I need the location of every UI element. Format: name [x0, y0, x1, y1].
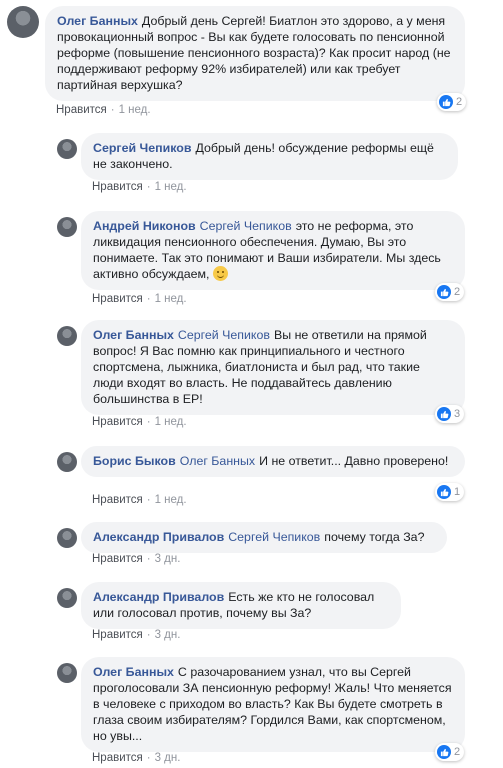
like-link[interactable]: Нравится [92, 416, 143, 428]
comment-bubble: Олег Банных Сергей Чепиков Вы не ответили … [81, 320, 465, 415]
comment-mention[interactable]: Сергей Чепиков [228, 530, 320, 544]
comment-author[interactable]: Олег Банных [93, 328, 174, 342]
comment-bubble: Олег Банных С разочарованием узнал, что в… [81, 657, 465, 752]
comment-time[interactable]: 1 нед. [155, 416, 187, 428]
comment-bubble: Александр Привалов Сергей Чепиков почему т… [81, 522, 447, 553]
comment-time[interactable]: 1 нед. [155, 293, 187, 305]
comment-meta: Нравится · 1 нед. [92, 181, 187, 193]
reaction-count[interactable]: 2 [435, 743, 465, 761]
reaction-count[interactable]: 2 [437, 93, 467, 111]
avatar[interactable] [57, 452, 77, 472]
comment-meta: Нравится · 1 нед. [56, 104, 151, 116]
comment-time[interactable]: 1 нед. [155, 494, 187, 506]
comment-time[interactable]: 1 нед. [119, 104, 151, 116]
comment-author[interactable]: Сергей Чепиков [93, 141, 191, 155]
comment-text: И не ответит... Давно проверено! [259, 454, 449, 468]
comment-time[interactable]: 3 дн. [155, 752, 181, 764]
comment-time[interactable]: 3 дн. [155, 553, 181, 565]
reaction-number: 2 [454, 746, 461, 758]
comment-mention[interactable]: Олег Банных [180, 454, 255, 468]
like-link[interactable]: Нравится [92, 629, 143, 641]
comment-time[interactable]: 3 дн. [155, 629, 181, 641]
like-icon [439, 95, 453, 109]
avatar[interactable] [57, 217, 77, 237]
comment-author[interactable]: Олег Банных [57, 14, 138, 28]
comment-meta: Нравится · 3 дн. [92, 629, 181, 641]
like-link[interactable]: Нравится [92, 181, 143, 193]
comment-meta: Нравится · 3 дн. [92, 553, 181, 565]
comment-meta: Нравится · 3 дн. [92, 752, 181, 764]
comment-meta: Нравится · 1 нед. [92, 494, 187, 506]
like-link[interactable]: Нравится [92, 553, 143, 565]
like-icon [437, 745, 451, 759]
like-link[interactable]: Нравится [92, 752, 143, 764]
avatar[interactable] [57, 528, 77, 548]
comment-author[interactable]: Борис Быков [93, 454, 176, 468]
comment-bubble: Андрей Никонов Сергей Чепиков это не рефор… [81, 211, 465, 290]
like-link[interactable]: Нравится [56, 104, 107, 116]
avatar[interactable] [57, 326, 77, 346]
reaction-count[interactable]: 3 [435, 405, 465, 423]
avatar[interactable] [7, 6, 39, 38]
comment-author[interactable]: Олег Банных [93, 665, 174, 679]
reaction-number: 2 [456, 96, 463, 108]
comment-author[interactable]: Александр Привалов [93, 530, 224, 544]
comment-meta: Нравится · 1 нед. [92, 293, 187, 305]
comment-author[interactable]: Александр Привалов [93, 590, 224, 604]
reaction-count[interactable]: 1 [435, 483, 465, 501]
like-icon [437, 285, 451, 299]
comment-bubble: Сергей Чепиков Добрый день! обсуждение ре… [81, 133, 458, 180]
comment-time[interactable]: 1 нед. [155, 181, 187, 193]
comment-mention[interactable]: Сергей Чепиков [178, 328, 270, 342]
comment-meta: Нравится · 1 нед. [92, 416, 187, 428]
comment-author[interactable]: Андрей Никонов [93, 219, 196, 233]
avatar[interactable] [57, 139, 77, 159]
reaction-count[interactable]: 2 [435, 283, 465, 301]
like-icon [437, 485, 451, 499]
comment-text: почему тогда За? [324, 530, 425, 544]
comment-bubble: Борис Быков Олег Банных И не ответит... Да… [81, 446, 465, 477]
avatar[interactable] [57, 663, 77, 683]
like-link[interactable]: Нравится [92, 494, 143, 506]
like-link[interactable]: Нравится [92, 293, 143, 305]
reaction-number: 2 [454, 286, 461, 298]
comment-bubble: Александр Привалов Есть же кто не голосов… [81, 582, 401, 629]
comment-bubble: Олег Банных Добрый день Сергей! Биатлон э… [45, 6, 465, 101]
like-icon [437, 407, 451, 421]
smile-emoji-icon [212, 266, 228, 281]
comment-mention[interactable]: Сергей Чепиков [200, 219, 292, 233]
reaction-number: 1 [454, 486, 461, 498]
avatar[interactable] [57, 588, 77, 608]
reaction-number: 3 [454, 408, 461, 420]
